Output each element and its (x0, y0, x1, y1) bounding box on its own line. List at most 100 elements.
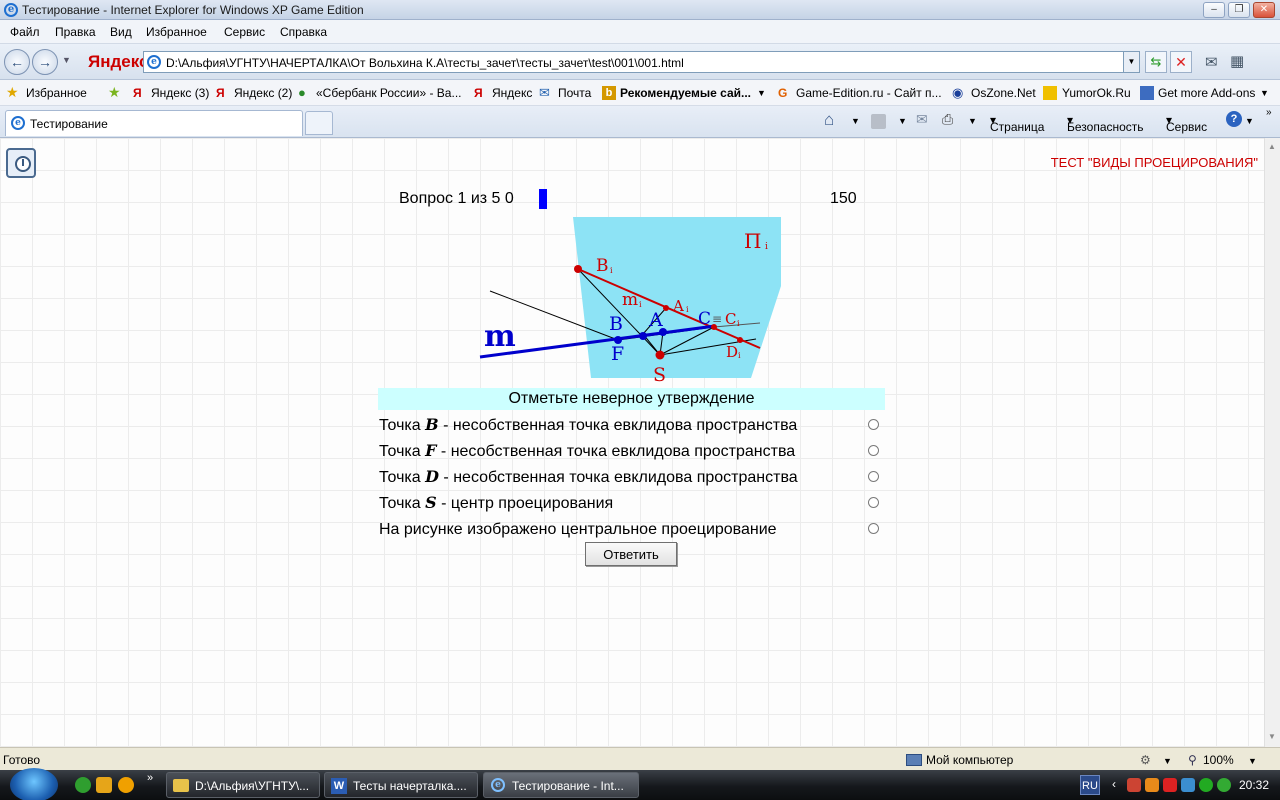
security-menu-label: Безопасность (1067, 120, 1144, 134)
question-prompt: Отметьте неверное утверждение (378, 388, 885, 410)
page-menu-label: Страница (990, 120, 1045, 134)
zoom-level[interactable]: 100% (1203, 753, 1234, 767)
minimize-button[interactable]: – (1203, 2, 1225, 18)
print-icon[interactable]: ⎙ (942, 111, 953, 128)
menu-view[interactable]: Вид (110, 25, 132, 39)
menu-favorites[interactable]: Избранное (146, 25, 207, 39)
word-icon: W (331, 778, 347, 794)
chevron-down-icon[interactable]: ▼ (757, 88, 766, 98)
chevron-more-icon[interactable]: » (1266, 107, 1272, 118)
answer-radio-5[interactable] (868, 523, 879, 534)
language-indicator[interactable]: RU (1080, 775, 1100, 795)
option-text: - несобственная точка евклидова простран… (436, 443, 796, 460)
new-tab-button[interactable] (305, 111, 333, 135)
clock[interactable]: 20:32 (1239, 778, 1269, 792)
chevron-more-icon[interactable]: » (147, 772, 153, 784)
menu-edit[interactable]: Правка (55, 25, 96, 39)
page-menu[interactable]: Страница ▾ (990, 113, 1044, 134)
vertical-scrollbar[interactable]: ▲ ▼ (1264, 138, 1280, 747)
tray-icon[interactable] (1127, 778, 1141, 792)
fav-link-7[interactable]: Game-Edition.ru - Сайт п... (796, 86, 942, 100)
fav-link-4[interactable]: Яндекс (492, 86, 532, 100)
add-favorite-icon[interactable]: ★ (108, 84, 121, 101)
rss-icon[interactable] (871, 114, 886, 129)
answer-radio-3[interactable] (868, 471, 879, 482)
scroll-up-icon[interactable]: ▲ (1268, 142, 1276, 151)
game-edition-icon: G (778, 86, 788, 100)
tray-icon[interactable] (1217, 778, 1231, 792)
start-button[interactable] (10, 768, 58, 800)
chevron-down-icon[interactable]: ▼ (968, 116, 977, 126)
taskbar-item-label: Тестирование - Int... (512, 779, 624, 793)
home-icon[interactable]: ⌂ (824, 110, 834, 130)
favorites-button[interactable]: Избранное (26, 86, 87, 100)
point-a-blue (639, 332, 647, 340)
test-title: ТЕСТ "ВИДЫ ПРОЕЦИРОВАНИЯ" (1050, 155, 1258, 170)
status-text: Готово (3, 753, 41, 767)
chevron-left-icon[interactable]: ‹ (1112, 777, 1116, 791)
label-m: m (484, 319, 516, 354)
answer-button[interactable]: Ответить (585, 542, 677, 566)
fav-link-6[interactable]: Рекомендуемые сай... (620, 86, 751, 100)
refresh-icon[interactable]: ⇆ (1145, 51, 1167, 73)
grid-icon[interactable]: ▦ (1230, 52, 1244, 70)
stop-icon[interactable]: ✕ (1170, 51, 1192, 73)
tray-icon[interactable] (1145, 778, 1159, 792)
option-text: Точка (379, 469, 426, 486)
oszone-icon: ◉ (952, 85, 964, 100)
fav-link-1[interactable]: Яндекс (3) (151, 86, 209, 100)
read-mail-icon[interactable]: ✉ (916, 111, 928, 128)
chevron-down-icon[interactable]: ▼ (898, 116, 907, 126)
close-button[interactable]: ✕ (1253, 2, 1275, 18)
menu-help[interactable]: Справка (280, 25, 327, 39)
answer-radio-4[interactable] (868, 497, 879, 508)
scroll-down-icon[interactable]: ▼ (1268, 732, 1276, 741)
computer-icon (906, 754, 922, 766)
chevron-down-icon[interactable]: ▼ (1248, 756, 1257, 766)
protected-mode-icon[interactable]: ⚙ (1140, 753, 1151, 767)
chevron-down-icon[interactable]: ▼ (1245, 116, 1254, 126)
quicklaunch-icon[interactable] (75, 777, 91, 793)
chevron-down-icon[interactable]: ▼ (1260, 88, 1269, 98)
fav-link-8[interactable]: OsZone.Net (971, 86, 1036, 100)
address-dropdown-icon[interactable]: ▼ (1123, 52, 1139, 72)
chevron-down-icon[interactable]: ▼ (851, 116, 860, 126)
tray-icon[interactable] (1199, 778, 1213, 792)
tools-menu[interactable]: Сервис ▾ (1166, 113, 1207, 134)
question-counter-text: Вопрос 1 из 5 (399, 190, 501, 207)
maximize-button[interactable]: ❐ (1228, 2, 1250, 18)
answer-radio-2[interactable] (868, 445, 879, 456)
tab-testing[interactable]: e Тестирование (5, 110, 303, 136)
label-c: C (698, 309, 711, 329)
quicklaunch-icon[interactable] (96, 777, 112, 793)
fav-link-9[interactable]: YumorOk.Ru (1062, 86, 1131, 100)
back-button[interactable]: ← (4, 49, 30, 75)
fav-link-10[interactable]: Get more Add-ons (1158, 86, 1255, 100)
fav-link-3[interactable]: «Сбербанк России» - Ва... (316, 86, 461, 100)
quicklaunch-icon[interactable] (118, 777, 134, 793)
menu-file[interactable]: Файл (10, 25, 40, 39)
taskbar-item-word[interactable]: W Тесты начерталка.... (324, 772, 478, 798)
help-icon[interactable]: ? (1226, 111, 1242, 127)
sberbank-icon: ● (298, 85, 306, 100)
option-letter: B (425, 415, 439, 434)
score-value: 0 (504, 190, 514, 207)
answer-option-4: Точка S - центр проецирования (379, 493, 613, 513)
tray-icon[interactable] (1181, 778, 1195, 792)
taskbar-item-ie[interactable]: e Тестирование - Int... (483, 772, 639, 798)
option-text: Точка (379, 495, 426, 512)
forward-button[interactable]: → (32, 49, 58, 75)
taskbar-item-explorer[interactable]: D:\Альфия\УГНТУ\... (166, 772, 320, 798)
timer-clock-icon[interactable] (6, 148, 36, 178)
answer-radio-1[interactable] (868, 419, 879, 430)
mail-icon[interactable]: ✉ (1205, 53, 1218, 71)
chevron-down-icon[interactable]: ▼ (1163, 756, 1172, 766)
history-dropdown-icon[interactable]: ▼ (62, 55, 71, 65)
menu-tools[interactable]: Сервис (224, 25, 265, 39)
tray-icon[interactable] (1163, 778, 1177, 792)
fav-link-5[interactable]: Почта (558, 86, 591, 100)
fav-link-2[interactable]: Яндекс (2) (234, 86, 292, 100)
zoom-icon[interactable]: ⚲ (1188, 753, 1197, 767)
address-input[interactable]: e D:\Альфия\УГНТУ\НАЧЕРТАЛКА\От Вольхина… (143, 51, 1140, 73)
security-menu[interactable]: Безопасность ▾ (1067, 113, 1144, 134)
